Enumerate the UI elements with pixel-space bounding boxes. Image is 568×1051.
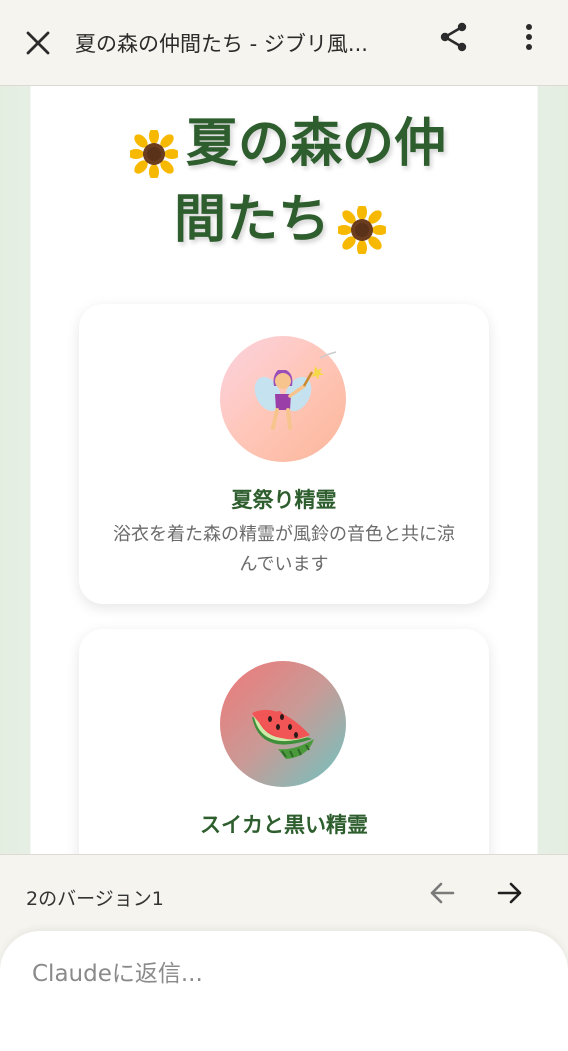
more-vert-icon bbox=[526, 24, 532, 50]
heading-line1: 夏の森の仲 bbox=[185, 114, 446, 174]
character-avatar bbox=[220, 661, 346, 787]
next-version-button[interactable] bbox=[492, 875, 528, 911]
character-card[interactable]: 夏祭り精霊 浴衣を着た森の精霊が風鈴の音色と共に涼んでいます bbox=[79, 304, 489, 604]
sunflower-icon bbox=[336, 199, 388, 256]
previous-version-button[interactable] bbox=[424, 875, 460, 911]
arrow-right-icon bbox=[497, 882, 522, 904]
character-avatar bbox=[220, 336, 346, 462]
card-title: 夏祭り精霊 bbox=[231, 488, 337, 512]
reply-composer bbox=[0, 931, 568, 1051]
watermelon-icon bbox=[252, 709, 314, 759]
fairy-icon bbox=[254, 351, 337, 430]
bottom-bar: 2のバージョン1 bbox=[0, 854, 568, 1051]
version-label: 2のバージョン1 bbox=[26, 888, 164, 910]
more-options-button[interactable] bbox=[512, 17, 546, 57]
arrow-left-icon bbox=[430, 882, 455, 904]
heading-line2: 間たち bbox=[173, 190, 330, 250]
share-button[interactable] bbox=[434, 17, 474, 57]
card-title: スイカと黒い精霊 bbox=[200, 813, 368, 837]
card-description: 浴衣を着た森の精霊が風鈴の音色と共に涼んでいます bbox=[113, 524, 455, 575]
artifact-title: 夏の森の仲間たち - ジブリ風... bbox=[75, 31, 368, 56]
close-button[interactable] bbox=[19, 24, 57, 62]
artifact-viewport[interactable]: 夏の森の仲 間たち 夏祭り精霊 浴衣を着た森の精霊が風鈴の音色と共に涼んでいます… bbox=[0, 86, 568, 854]
share-icon bbox=[440, 22, 467, 52]
sunflower-icon bbox=[127, 123, 180, 180]
top-app-bar: 夏の森の仲間たち - ジブリ風... bbox=[0, 0, 568, 86]
reply-input[interactable] bbox=[32, 961, 532, 987]
character-card[interactable]: スイカと黒い精霊 bbox=[79, 629, 489, 854]
page-heading: 夏の森の仲 間たち bbox=[71, 106, 497, 258]
close-icon bbox=[26, 31, 50, 54]
artifact-content: 夏の森の仲 間たち 夏祭り精霊 浴衣を着た森の精霊が風鈴の音色と共に涼んでいます… bbox=[31, 86, 537, 854]
